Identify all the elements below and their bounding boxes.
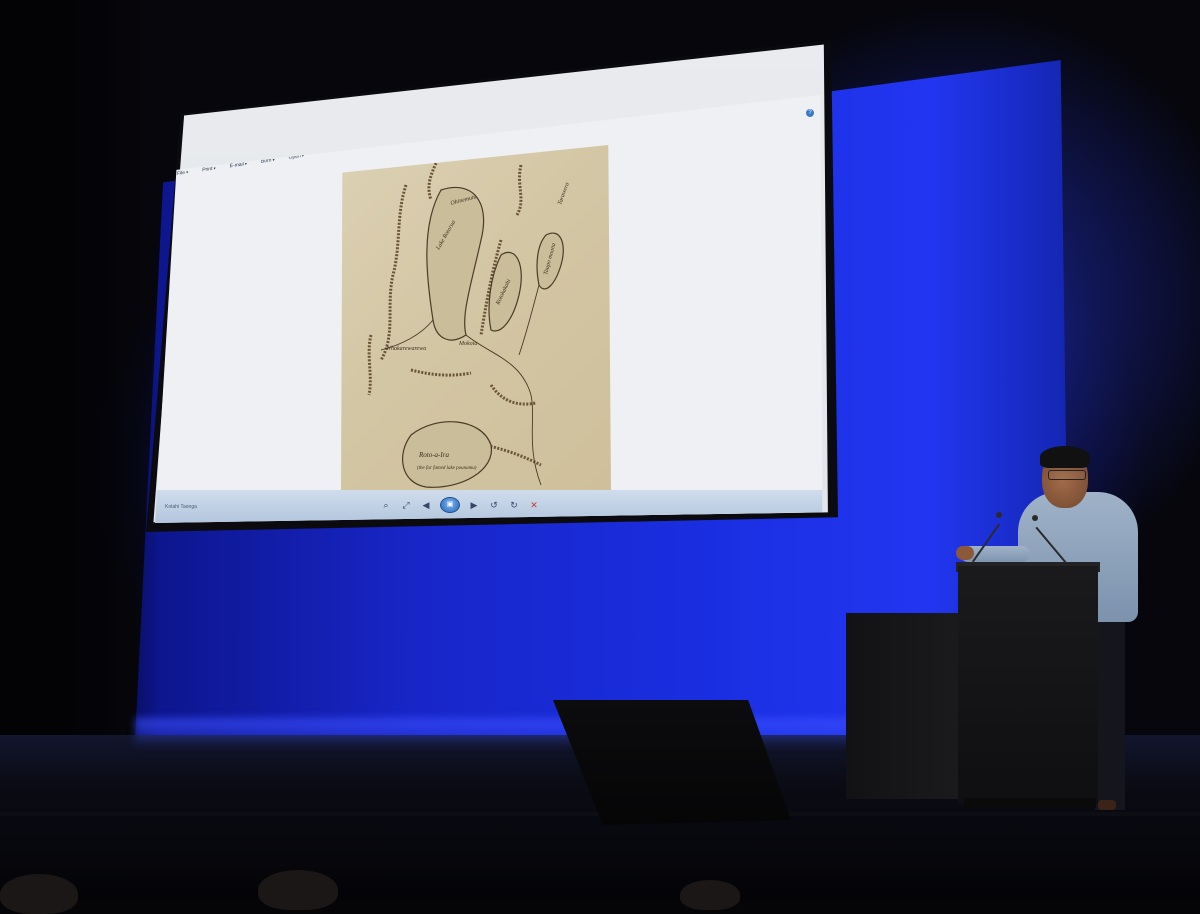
lectern-base (964, 798, 1096, 808)
rotate-right-icon[interactable]: ↻ (508, 500, 520, 510)
next-icon[interactable]: ▶ (468, 500, 480, 510)
rotate-left-icon[interactable]: ↺ (488, 500, 500, 510)
help-button[interactable]: ? (806, 109, 814, 117)
map-label-place-3: Whakarewarewa (386, 346, 426, 352)
toolbar-left-label: Kotahi Taonga (165, 504, 197, 510)
lakes (402, 186, 564, 488)
magnifier-icon[interactable]: ⌕ (380, 500, 392, 510)
hand-drawn-map: Lake Rotorua Rotokakahi Taupo moana Tara… (367, 162, 571, 488)
presenter-legs (1095, 610, 1125, 810)
lake-shape-a (426, 186, 485, 341)
audience-head (258, 870, 338, 910)
menu-file[interactable]: File (177, 169, 188, 177)
side-cabinet (846, 613, 964, 799)
glasses (1048, 470, 1086, 480)
stage-wing-shadow (0, 0, 160, 760)
historic-map-image: Lake Rotorua Rotokakahi Taupo moana Tara… (341, 145, 611, 490)
fit-icon[interactable]: ⤢ (400, 500, 412, 510)
map-label-lake-e: Roto-a-Ira (418, 451, 449, 459)
audience-head (680, 880, 740, 910)
microphone-right-head (1032, 515, 1038, 521)
map-label-lake-d: Tarawera (557, 182, 571, 206)
presenter-shoe (1098, 800, 1116, 810)
presenter-hair (1040, 446, 1090, 468)
lectern (958, 566, 1098, 804)
toolbar-controls: ⌕ ⤢ ◀ ▣ ▶ ↺ ↻ ✕ (380, 497, 540, 513)
previous-icon[interactable]: ◀ (420, 500, 432, 510)
microphone-left-head (996, 512, 1002, 518)
delete-icon[interactable]: ✕ (528, 500, 540, 510)
presenter-hand (956, 546, 974, 560)
map-label-lake-e-note: (the far famed lake pounamu) (417, 466, 477, 471)
play-slideshow-icon[interactable]: ▣ (440, 497, 460, 513)
map-label-place-2: Mokoia (458, 341, 477, 347)
audience-head (0, 874, 78, 914)
